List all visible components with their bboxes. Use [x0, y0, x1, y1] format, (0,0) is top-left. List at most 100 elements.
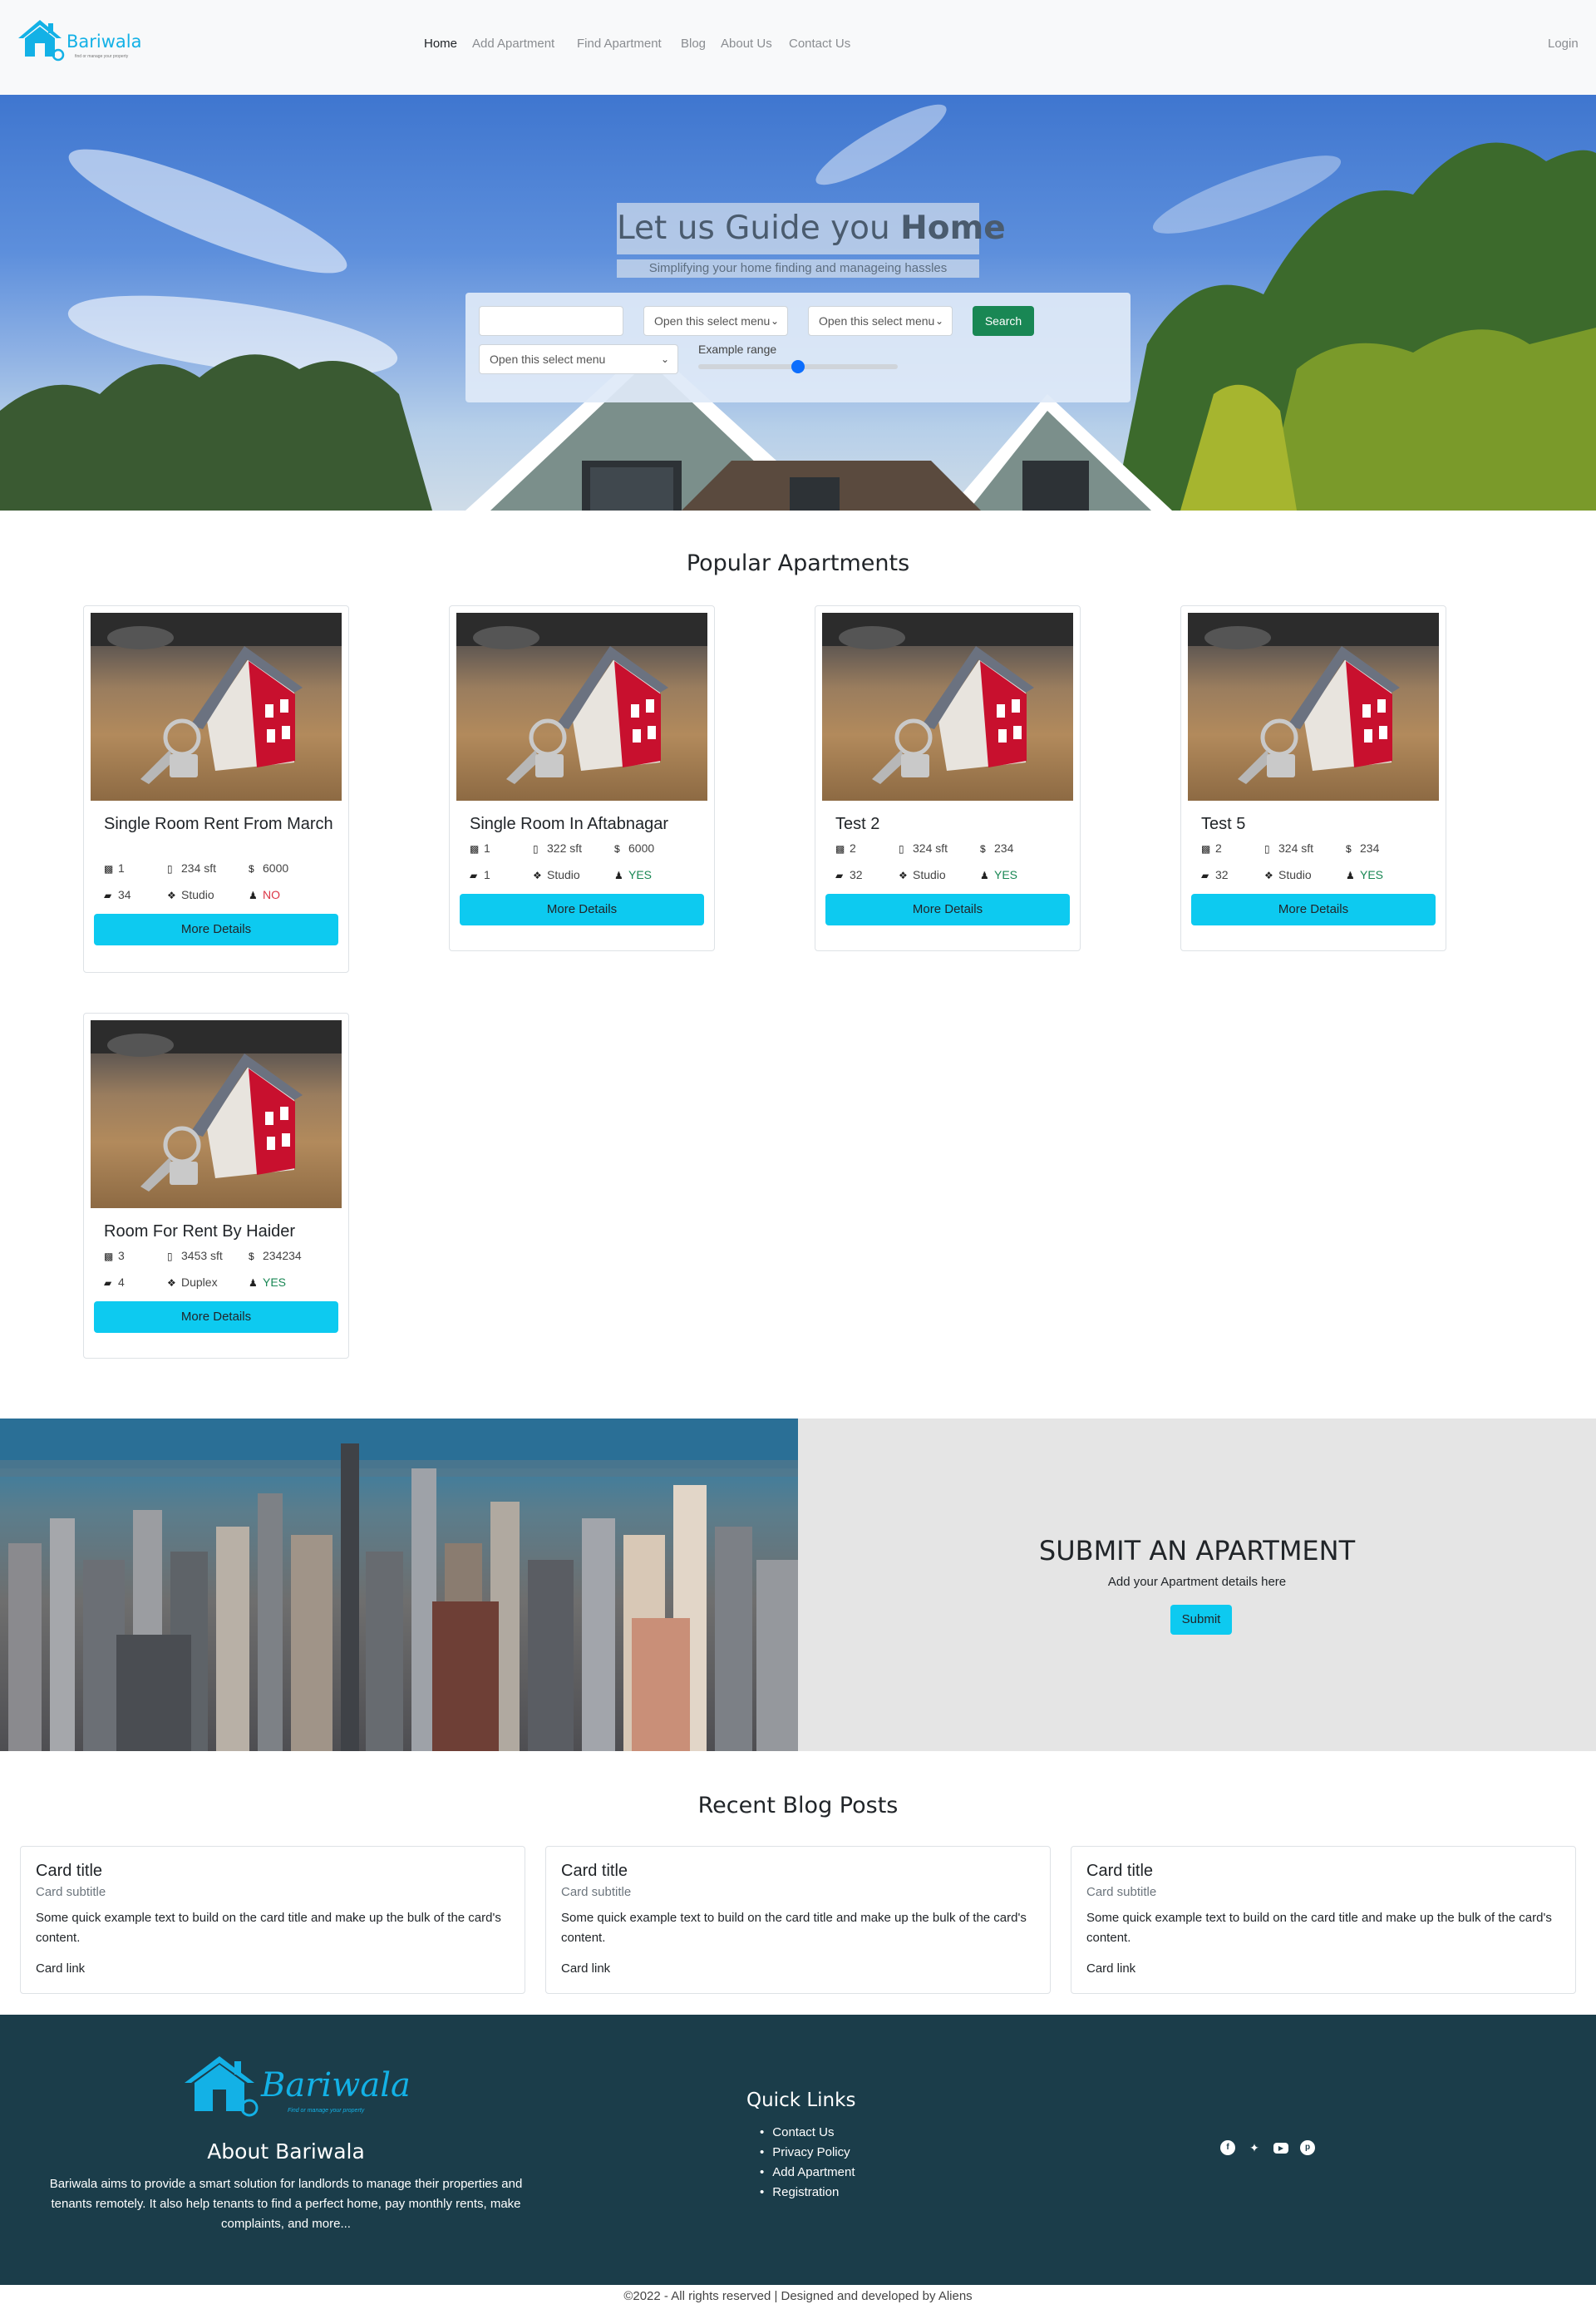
brand-logo[interactable]: Bariwala find or manage your property — [15, 17, 148, 63]
nav-blog[interactable]: Blog — [681, 37, 706, 51]
type-value: Studio — [547, 868, 580, 881]
pinterest-icon[interactable]: p — [1300, 2140, 1315, 2155]
submit-button[interactable]: Submit — [1170, 1605, 1232, 1635]
quick-link-contact-us[interactable]: Contact Us — [760, 2123, 855, 2143]
bed-icon: ▩ — [1201, 843, 1211, 855]
bath-icon: ▰ — [104, 890, 112, 901]
area-value: 324 sft — [913, 841, 948, 855]
search-panel: Open this select menu ⌄ Open this select … — [466, 293, 1130, 402]
apartment-card: Single Room In Aftabnagar ▩ 1 ▯ 322 sft $6000… — [449, 605, 715, 951]
footer-logo-tagline: Find or manage your property — [288, 2108, 365, 2114]
more-details-button[interactable]: More Details — [94, 1301, 338, 1333]
house-keys-image — [456, 613, 707, 784]
search-select-2[interactable]: Open this select menu ⌄ — [808, 306, 953, 336]
popular-apartments-title: Popular Apartments — [686, 550, 910, 576]
more-details-button[interactable]: More Details — [825, 894, 1070, 925]
nav-about-us[interactable]: About Us — [721, 37, 772, 51]
quick-link-add-apartment[interactable]: Add Apartment — [760, 2163, 855, 2183]
quick-link-registration[interactable]: Registration — [760, 2183, 855, 2203]
search-button[interactable]: Search — [973, 306, 1034, 336]
blog-card-link[interactable]: Card link — [561, 1961, 610, 1976]
apartment-title: Test 2 — [835, 815, 880, 833]
apartment-card: Test 5 ▩ 2 ▯ 324 sft $234 ▰ 32 ❖ Studio ♟ YES More D… — [1180, 605, 1446, 951]
type-value: Studio — [181, 888, 214, 901]
house-keys-image — [91, 613, 342, 784]
price-stat: $6000 — [249, 861, 288, 876]
nav-add-apartment[interactable]: Add Apartment — [472, 37, 554, 51]
apartment-title: Single Room Rent From March — [104, 815, 333, 833]
facebook-icon[interactable]: f — [1220, 2140, 1235, 2155]
type-value: Studio — [1278, 868, 1312, 881]
availability-value: YES — [628, 868, 653, 881]
baths-stat: ▰ 34 — [104, 887, 131, 903]
blog-card-link[interactable]: Card link — [1086, 1961, 1135, 1976]
type-stat: ❖ Studio — [533, 867, 580, 883]
bath-icon: ▰ — [1201, 870, 1209, 881]
area-stat: ▯ 322 sft — [533, 841, 582, 856]
submit-apartment-panel: SUBMIT AN APARTMENT Add your Apartment d… — [798, 1419, 1596, 1751]
range-slider-thumb[interactable] — [791, 360, 805, 373]
availability-stat: ♟ YES — [980, 867, 1017, 883]
blog-card-subtitle: Card subtitle — [561, 1885, 632, 1899]
house-keys-image — [91, 1020, 342, 1192]
brand-tagline: find or manage your property — [75, 54, 129, 59]
dollar-icon: $ — [249, 863, 254, 875]
submit-subtitle: Add your Apartment details here — [1107, 1575, 1287, 1589]
baths-stat: ▰ 32 — [835, 867, 863, 883]
price-stat: $6000 — [614, 841, 654, 856]
quick-links-title: Quick Links — [746, 2090, 856, 2111]
twitter-icon[interactable]: ✦ — [1247, 2140, 1262, 2155]
search-select-3[interactable]: Open this select menu ⌄ — [479, 344, 678, 374]
box-icon: ❖ — [899, 870, 908, 881]
type-stat: ❖ Duplex — [167, 1275, 218, 1290]
door-icon: ▯ — [167, 863, 173, 875]
bed-icon: ▩ — [470, 843, 480, 855]
blog-card: Card title Card subtitle Some quick exam… — [545, 1846, 1051, 1994]
beds-stat: ▩ 1 — [104, 861, 125, 876]
area-stat: ▯ 234 sft — [167, 861, 216, 876]
apartment-card: Room For Rent By Haider ▩ 3 ▯ 3453 sft $23423… — [83, 1013, 349, 1359]
house-logo-icon — [18, 20, 65, 62]
more-details-button[interactable]: More Details — [460, 894, 704, 925]
bath-icon: ▰ — [835, 870, 844, 881]
select-2-value: Open this select menu — [819, 314, 935, 328]
apartment-photo — [91, 613, 342, 801]
footer-logo[interactable]: Bariwala Find or manage your property — [181, 2053, 411, 2118]
baths-stat: ▰ 1 — [470, 867, 490, 883]
blog-card-text: Some quick example text to build on the … — [36, 1911, 501, 1945]
search-text-input[interactable] — [479, 306, 623, 336]
house-logo-icon — [185, 2056, 259, 2117]
baths-stat: ▰ 4 — [104, 1275, 125, 1290]
price-value: 234234 — [263, 1249, 302, 1262]
apartment-photo — [822, 613, 1073, 801]
price-value: 6000 — [263, 861, 289, 875]
more-details-button[interactable]: More Details — [94, 914, 338, 945]
person-icon: ♟ — [980, 870, 989, 881]
box-icon: ❖ — [533, 870, 542, 881]
nav-home[interactable]: Home — [424, 37, 457, 51]
baths-stat: ▰ 32 — [1201, 867, 1229, 883]
nav-contact-us[interactable]: Contact Us — [789, 37, 850, 51]
person-icon: ♟ — [614, 870, 623, 881]
search-select-1[interactable]: Open this select menu ⌄ — [643, 306, 788, 336]
area-value: 322 sft — [547, 841, 583, 855]
youtube-icon[interactable]: ▶ — [1273, 2143, 1288, 2154]
nav-find-apartment[interactable]: Find Apartment — [577, 37, 662, 51]
apartment-photo — [1188, 613, 1439, 801]
copyright: ©2022 - All rights reserved | Designed a… — [623, 2289, 973, 2303]
nav-login[interactable]: Login — [1548, 37, 1579, 51]
more-details-button[interactable]: More Details — [1191, 894, 1436, 925]
baths-value: 32 — [1215, 868, 1229, 881]
blog-card-title: Card title — [1086, 1862, 1154, 1880]
dollar-icon: $ — [614, 843, 620, 855]
box-icon: ❖ — [167, 1277, 176, 1289]
quick-link-privacy-policy[interactable]: Privacy Policy — [760, 2143, 855, 2163]
availability-value: NO — [263, 888, 280, 901]
bed-icon: ▩ — [104, 1251, 114, 1262]
area-stat: ▯ 3453 sft — [167, 1248, 223, 1264]
type-value: Studio — [913, 868, 946, 881]
person-icon: ♟ — [249, 890, 258, 901]
hero-title: Let us Guide you Home — [617, 203, 1006, 254]
chevron-down-icon: ⌄ — [770, 315, 779, 327]
blog-card-link[interactable]: Card link — [36, 1961, 85, 1976]
